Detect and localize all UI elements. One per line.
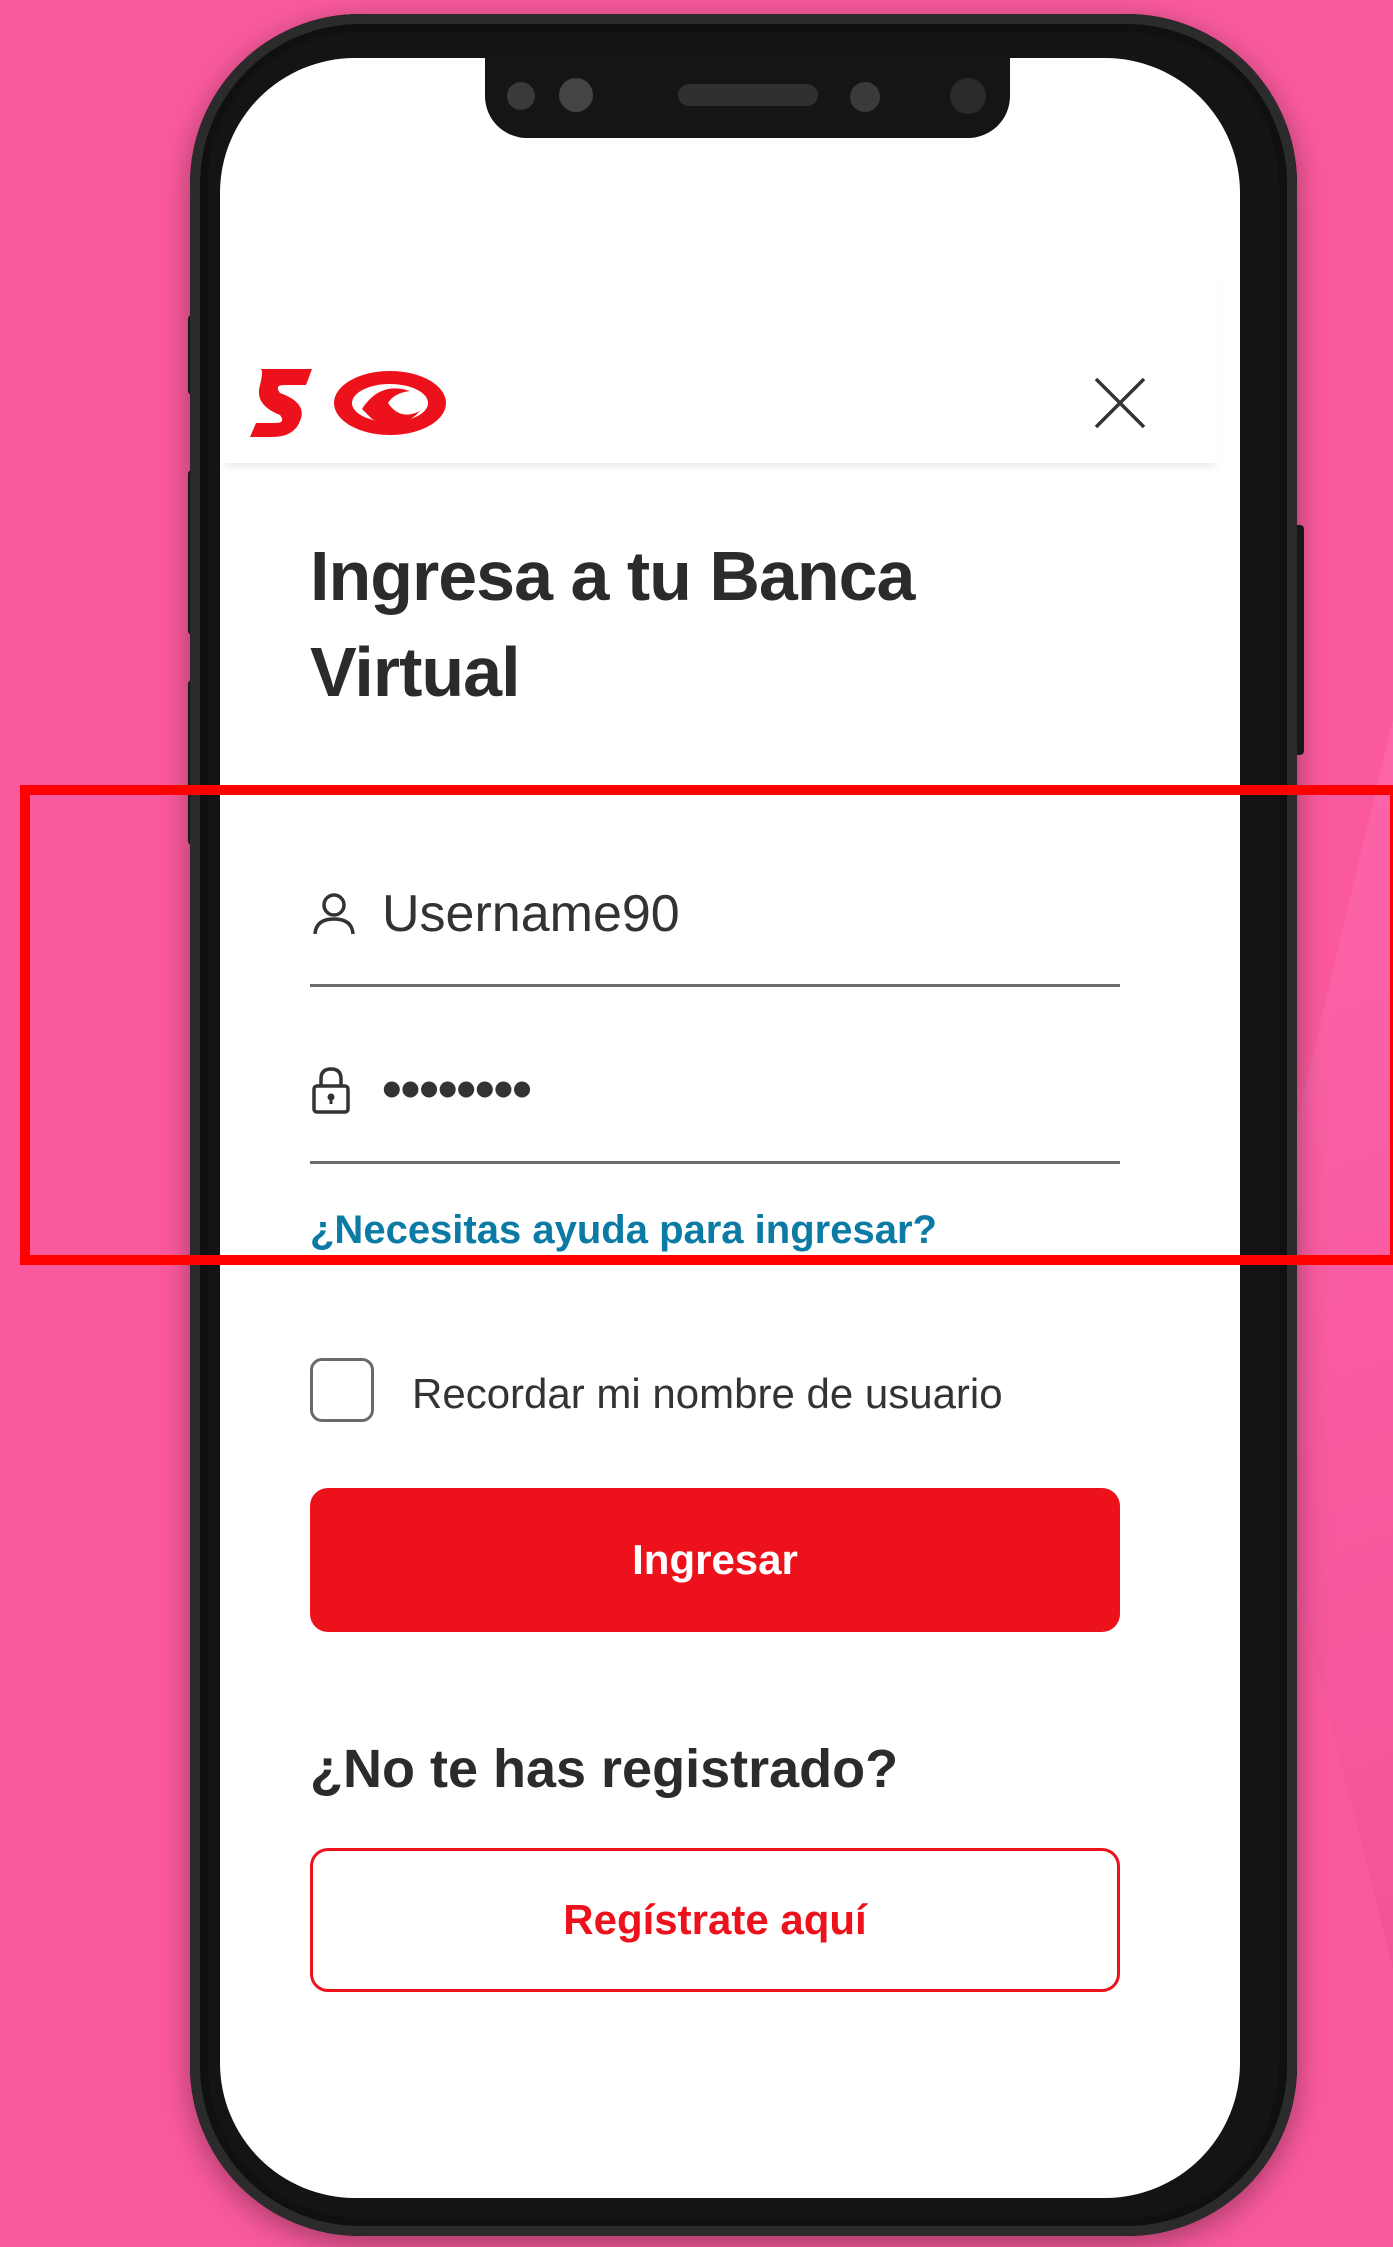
sensor-icon [507,82,535,110]
close-icon[interactable] [1090,373,1150,433]
app-header [220,258,1220,463]
camera-icon [950,78,986,114]
user-icon [313,893,355,935]
phone-notch [485,58,1010,138]
login-button[interactable]: Ingresar [310,1488,1120,1632]
camera-icon [559,78,593,112]
password-input[interactable]: •••••••• [382,1056,532,1121]
remember-username-label: Recordar mi nombre de usuario [412,1370,1003,1417]
username-input[interactable]: Username90 [382,884,680,944]
register-heading: ¿No te has registrado? [310,1739,899,1799]
username-field[interactable]: Username90 [310,848,1120,987]
speaker-grille [678,84,818,106]
scotiabank-logo-icon [250,369,446,437]
page-title: Ingresa a tu Banca Virtual [310,537,915,711]
lock-icon [312,1067,350,1114]
remember-username-checkbox[interactable] [310,1358,374,1422]
help-link[interactable]: ¿Necesitas ayuda para ingresar? [310,1208,937,1253]
app-screen: Ingresa a tu Banca Virtual Username90 ••… [220,58,1240,2198]
sensor-icon [850,82,880,112]
password-field[interactable]: •••••••• [310,1028,1120,1164]
register-button[interactable]: Regístrate aquí [310,1848,1120,1992]
